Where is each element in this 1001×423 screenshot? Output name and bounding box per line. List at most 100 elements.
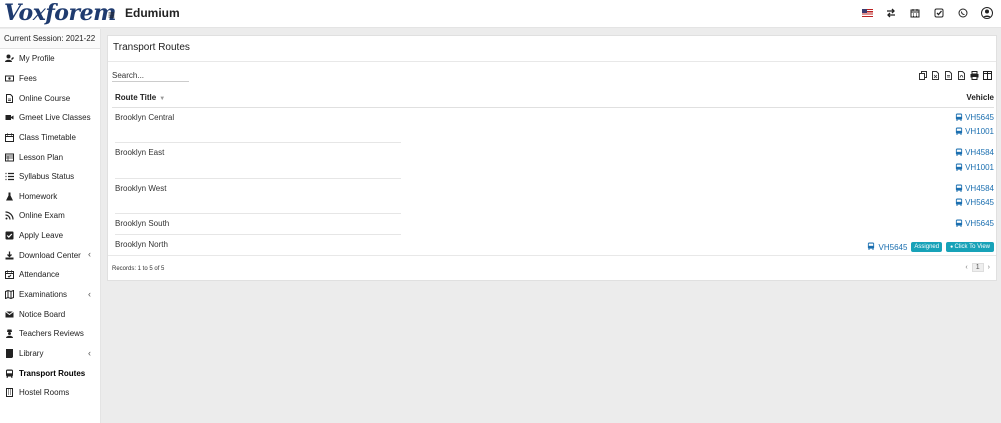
flask-icon xyxy=(5,192,14,201)
checkbox-icon[interactable] xyxy=(931,5,947,21)
book-icon xyxy=(5,348,14,358)
copy-icon[interactable] xyxy=(918,70,927,80)
vehicle-cell: VH4584 VH5645 xyxy=(724,179,994,215)
vehicle-number: VH1001 xyxy=(965,127,994,136)
columns-icon[interactable] xyxy=(983,70,992,80)
sidebar-item-label: Fees xyxy=(19,73,37,83)
bus-icon xyxy=(955,198,963,208)
vehicle-link[interactable]: VH1001 xyxy=(724,163,994,178)
list-icon xyxy=(5,172,14,181)
us-flag-icon[interactable] xyxy=(859,5,875,21)
print-icon[interactable] xyxy=(970,70,979,80)
user-avatar-icon[interactable] xyxy=(979,5,995,21)
prev-page-button[interactable]: ‹ xyxy=(965,264,967,271)
route-title: Brooklyn Central xyxy=(115,108,401,143)
sidebar-item-transport-routes[interactable]: Transport Routes xyxy=(0,363,100,383)
check-square-icon xyxy=(5,231,14,240)
whatsapp-icon[interactable] xyxy=(955,5,971,21)
sidebar-item-online-course[interactable]: Online Course xyxy=(0,88,100,108)
sidebar-item-syllabus-status[interactable]: Syllabus Status xyxy=(0,167,100,187)
vehicle-link[interactable]: VH5645 xyxy=(724,219,994,234)
table-row: Brooklyn East VH4584 VH1001 xyxy=(112,143,994,179)
sidebar-item-online-exam[interactable]: Online Exam xyxy=(0,206,100,226)
exchange-icon[interactable] xyxy=(883,5,899,21)
sidebar-item-label: Download Center xyxy=(19,250,81,260)
sidebar-item-label: Teachers Reviews xyxy=(19,329,84,339)
vehicle-cell: VH5645 Assigned ● Click To View xyxy=(724,235,994,256)
table-row: Brooklyn West VH4584 VH5645 xyxy=(112,179,994,215)
pdf-icon[interactable] xyxy=(957,70,966,80)
vehicle-number: VH5645 xyxy=(878,242,908,252)
column-header-vehicle[interactable]: Vehicle xyxy=(724,89,994,108)
table-row: Brooklyn North VH5645 Assigned ● Click To V… xyxy=(112,235,994,256)
sidebar-item-label: Online Exam xyxy=(19,211,65,221)
sidebar-item-label: Lesson Plan xyxy=(19,152,64,162)
calendar-icon[interactable] xyxy=(907,5,923,21)
sidebar-item-lesson-plan[interactable]: Lesson Plan xyxy=(0,147,100,167)
sidebar-item-notice-board[interactable]: Notice Board xyxy=(0,304,100,324)
sidebar-item-download-center[interactable]: Download Center ‹ xyxy=(0,245,100,265)
vehicle-link[interactable]: VH5645 xyxy=(724,198,994,213)
sidebar-item-fees[interactable]: Fees xyxy=(0,69,100,89)
bus-icon xyxy=(955,148,963,158)
table-row: Brooklyn Central VH5645 VH1001 xyxy=(112,107,994,143)
sidebar-item-homework[interactable]: Homework xyxy=(0,186,100,206)
sidebar-item-examinations[interactable]: Examinations ‹ xyxy=(0,285,100,305)
column-header-route-title[interactable]: Route Title ▼ xyxy=(112,89,724,108)
sidebar-item-label: Homework xyxy=(19,191,58,201)
click-to-view-button[interactable]: ● Click To View xyxy=(946,242,994,253)
sidebar-item-label: Hostel Rooms xyxy=(19,388,70,398)
chevron-left-icon[interactable]: ‹ xyxy=(88,348,91,358)
vehicle-link[interactable]: VH1001 xyxy=(724,127,994,142)
sidebar-item-attendance[interactable]: Attendance xyxy=(0,265,100,285)
sidebar-item-hostel-rooms[interactable]: Hostel Rooms xyxy=(0,383,100,403)
routes-table: Route Title ▼ Vehicle Brooklyn Central VH5… xyxy=(112,89,994,256)
excel-icon[interactable] xyxy=(931,70,940,80)
calendar-icon xyxy=(5,133,14,142)
header-icons xyxy=(859,5,995,21)
menu-toggle-icon[interactable]: ≡ xyxy=(108,8,115,22)
divider xyxy=(108,255,996,256)
sidebar-item-label: Class Timetable xyxy=(19,132,76,142)
chevron-left-icon[interactable]: ‹ xyxy=(88,249,91,259)
app-title: Edumium xyxy=(125,6,180,20)
vehicle-link[interactable]: VH5645 xyxy=(724,113,994,128)
bus-icon xyxy=(955,127,963,137)
logo[interactable]: Voxforem xyxy=(4,0,116,26)
top-header: Voxforem ≡ Edumium xyxy=(0,0,1001,28)
search-input[interactable] xyxy=(112,70,189,82)
route-title: Brooklyn West xyxy=(115,179,401,214)
bus-icon xyxy=(867,242,875,252)
user-secret-icon xyxy=(5,329,14,339)
pagination: ‹ 1 › xyxy=(965,263,990,272)
sidebar-item-library[interactable]: Library ‹ xyxy=(0,344,100,364)
vehicle-link[interactable]: VH5645 Assigned ● Click To View xyxy=(867,240,994,255)
user-edit-icon xyxy=(5,54,14,63)
chevron-left-icon[interactable]: ‹ xyxy=(88,289,91,299)
route-title-cell: Brooklyn South xyxy=(112,214,724,235)
page-number-button[interactable]: 1 xyxy=(971,263,984,272)
sidebar-item-label: My Profile xyxy=(19,54,55,64)
table-icon xyxy=(5,153,14,162)
current-session: Current Session: 2021-22 xyxy=(0,29,100,49)
sidebar-item-apply-leave[interactable]: Apply Leave xyxy=(0,226,100,246)
vehicle-number: VH4584 xyxy=(965,183,994,193)
sidebar: Current Session: 2021-22 My Profile Fees O… xyxy=(0,29,101,423)
vehicle-link[interactable]: VH4584 xyxy=(724,184,994,199)
route-title-cell: Brooklyn North xyxy=(112,235,724,256)
next-page-button[interactable]: › xyxy=(988,264,990,271)
vehicle-link[interactable]: VH4584 xyxy=(724,148,994,163)
sidebar-item-teachers-reviews[interactable]: Teachers Reviews xyxy=(0,324,100,344)
sidebar-item-my-profile[interactable]: My Profile xyxy=(0,49,100,69)
vehicle-cell: VH5645 VH1001 xyxy=(724,107,994,143)
route-title: Brooklyn South xyxy=(115,214,401,235)
vehicle-number: VH5645 xyxy=(965,198,994,207)
sidebar-item-label: Library xyxy=(19,348,44,358)
sidebar-item-class-timetable[interactable]: Class Timetable xyxy=(0,128,100,148)
building-icon xyxy=(5,388,14,398)
sort-icon[interactable]: ▼ xyxy=(159,96,165,102)
sidebar-item-gmeet-live-classes[interactable]: Gmeet Live Classes xyxy=(0,108,100,128)
money-icon xyxy=(5,74,14,83)
bus-icon xyxy=(955,219,963,229)
csv-icon[interactable] xyxy=(944,70,953,80)
